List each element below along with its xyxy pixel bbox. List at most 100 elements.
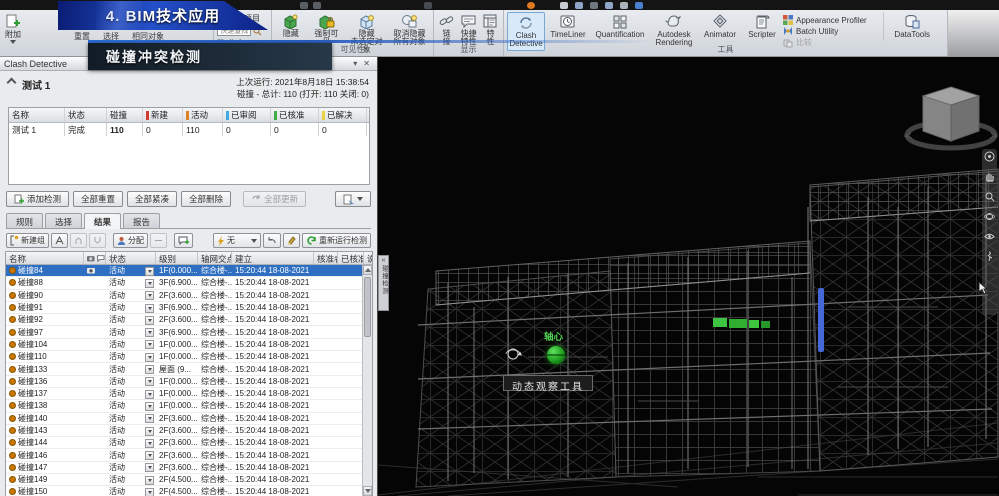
qat-icon[interactable] [300,2,308,9]
clash-row[interactable]: 碰撞137活动1F(0.000...综合楼-...15:20:44 18-08-… [6,388,373,400]
viewcube[interactable] [903,71,999,159]
clash-row[interactable]: 碰撞138活动1F(0.000...综合楼-...15:20:44 18-08-… [6,400,373,412]
highlight-all-button[interactable] [283,233,300,248]
grid-col-approver[interactable]: 核准者 [314,252,338,264]
status-dropdown[interactable] [145,340,154,349]
col-name[interactable]: 名称 [9,108,65,122]
tab-select[interactable]: 选择 [45,213,82,228]
tab-rules[interactable]: 规则 [6,213,43,228]
status-dropdown[interactable] [145,476,154,485]
status-dropdown[interactable] [145,390,154,399]
quantification-button[interactable]: Quantification [591,12,649,41]
group-down-button[interactable] [89,233,106,248]
clash-row[interactable]: 碰撞110活动1F(0.000...综合楼-...15:20:44 18-08-… [6,351,373,363]
grid-col-name[interactable]: 名称 [6,252,84,264]
clash-row[interactable]: 碰撞147活动2F(3.600...综合楼-...15:20:44 18-08-… [6,462,373,474]
status-dropdown[interactable] [145,291,154,300]
col-resolved[interactable]: 已解决 [319,108,367,122]
unassign-button[interactable] [150,233,167,248]
add-test-button[interactable]: 添加检测 [6,191,69,207]
tab-results[interactable]: 结果 [84,213,121,229]
hide-button[interactable]: 隐藏 [275,12,307,40]
grid-col-icons[interactable] [84,252,106,264]
orbit-icon[interactable] [984,211,995,222]
qat-icon[interactable] [620,2,628,9]
look-icon[interactable] [984,231,995,242]
clash-row[interactable]: 碰撞84活动1F(0.000...综合楼-...15:20:44 18-08-2… [6,265,373,277]
scroll-thumb[interactable] [364,277,371,337]
clash-row[interactable]: 碰撞140活动2F(3.600...综合楼-...15:20:44 18-08-… [6,413,373,425]
col-approved[interactable]: 已核准 [271,108,319,122]
test-row[interactable]: 测试 1 完成 110 0 110 0 0 0 [9,123,369,136]
grid-col-gridpoint[interactable]: 轴网交点 [198,252,232,264]
status-dropdown[interactable] [145,316,154,325]
close-icon[interactable]: ✕ [360,59,373,69]
group-up-button[interactable] [70,233,87,248]
col-reviewed[interactable]: 已审阅 [223,108,271,122]
status-dropdown[interactable] [145,414,154,423]
batch-utility-button[interactable]: Batch Utility [783,26,867,36]
assign-button[interactable]: 分配 [113,233,148,248]
status-dropdown[interactable] [145,451,154,460]
status-dropdown[interactable] [145,279,154,288]
reset-view-button[interactable] [263,233,281,248]
reset-all-button[interactable]: 全部重置 [73,191,123,207]
clash-row[interactable]: 碰撞97活动3F(6.900...综合楼-...15:20:44 18-08-2… [6,326,373,338]
status-dropdown[interactable] [145,463,154,472]
test-name[interactable]: 测试 1 [22,77,50,92]
new-group-button[interactable]: 新建组 [6,233,49,248]
qat-icon[interactable] [590,2,598,9]
status-dropdown[interactable] [145,427,154,436]
tab-report[interactable]: 报告 [123,213,160,228]
status-dropdown[interactable] [145,328,154,337]
status-dropdown[interactable] [145,488,154,496]
clash-row[interactable]: 碰撞90活动2F(3.600...综合楼-...15:20:44 18-08-2… [6,290,373,302]
rename-button[interactable] [51,233,68,248]
datatools-button[interactable]: DataTools [883,12,933,41]
clash-row[interactable]: 碰撞91活动3F(6.900...综合楼-...15:20:44 18-08-2… [6,302,373,314]
zoom-icon[interactable] [984,191,995,202]
col-status[interactable]: 状态 [65,108,107,122]
clash-row[interactable]: 碰撞136活动1F(0.000...综合楼-...15:20:44 18-08-… [6,376,373,388]
app-badge-icon[interactable] [527,2,535,9]
highlight-filter-dropdown[interactable]: 无 [213,233,261,248]
status-dropdown[interactable] [145,377,154,386]
qat-icon[interactable] [313,2,321,9]
grid-col-status[interactable]: 状态 [106,252,156,264]
update-all-button[interactable]: 全部更新 [243,191,306,207]
clash-row[interactable]: 碰撞150活动2F(4.500...综合楼-...15:20:44 18-08-… [6,486,373,496]
qat-icon[interactable] [560,2,568,9]
grid-col-description[interactable]: 说明 [364,252,373,264]
append-button[interactable]: 附加 [3,12,23,46]
status-dropdown[interactable] [145,365,154,374]
qat-icon[interactable] [575,2,583,9]
scripter-button[interactable]: Scripter [743,12,781,41]
clash-row[interactable]: 碰撞88活动3F(6.900...综合楼-...15:20:44 18-08-2… [6,277,373,289]
status-dropdown[interactable] [145,402,154,411]
col-new[interactable]: 新建 [143,108,183,122]
clash-row[interactable]: 碰撞104活动1F(0.000...综合楼-...15:20:44 18-08-… [6,339,373,351]
pan-hand-icon[interactable] [984,171,995,182]
add-comment-button[interactable] [174,233,193,248]
clash-row[interactable]: 碰撞146活动2F(3.600...综合楼-...15:20:44 18-08-… [6,449,373,461]
steering-wheel-icon[interactable] [984,151,995,162]
status-dropdown[interactable] [145,267,154,276]
col-clashes[interactable]: 碰撞 [107,108,143,122]
clash-row[interactable]: 碰撞144活动2F(3.600...综合楼-...15:20:44 18-08-… [6,437,373,449]
qat-icon[interactable] [605,2,613,9]
scroll-down-icon[interactable] [363,486,372,496]
collapse-caret-icon[interactable] [7,78,17,88]
walk-icon[interactable] [984,251,995,262]
status-dropdown[interactable] [145,439,154,448]
clash-row[interactable]: 碰撞92活动2F(3.600...综合楼-...15:20:44 18-08-2… [6,314,373,326]
pin-icon[interactable]: ▾ [350,59,360,69]
delete-all-button[interactable]: 全部删除 [181,191,231,207]
timeliner-button[interactable]: TimeLiner [547,12,589,41]
status-dropdown[interactable] [145,353,154,362]
animator-button[interactable]: Animator [699,12,741,41]
collapsed-panel-tab[interactable]: « 碰撞检测 [378,255,389,311]
qat-icon[interactable] [635,2,643,9]
clash-row[interactable]: 碰撞133活动屋面 (9...综合楼-...15:20:44 18-08-202… [6,363,373,375]
col-active[interactable]: 活动 [183,108,223,122]
rerun-test-button[interactable]: 重新运行检测 [302,233,371,248]
